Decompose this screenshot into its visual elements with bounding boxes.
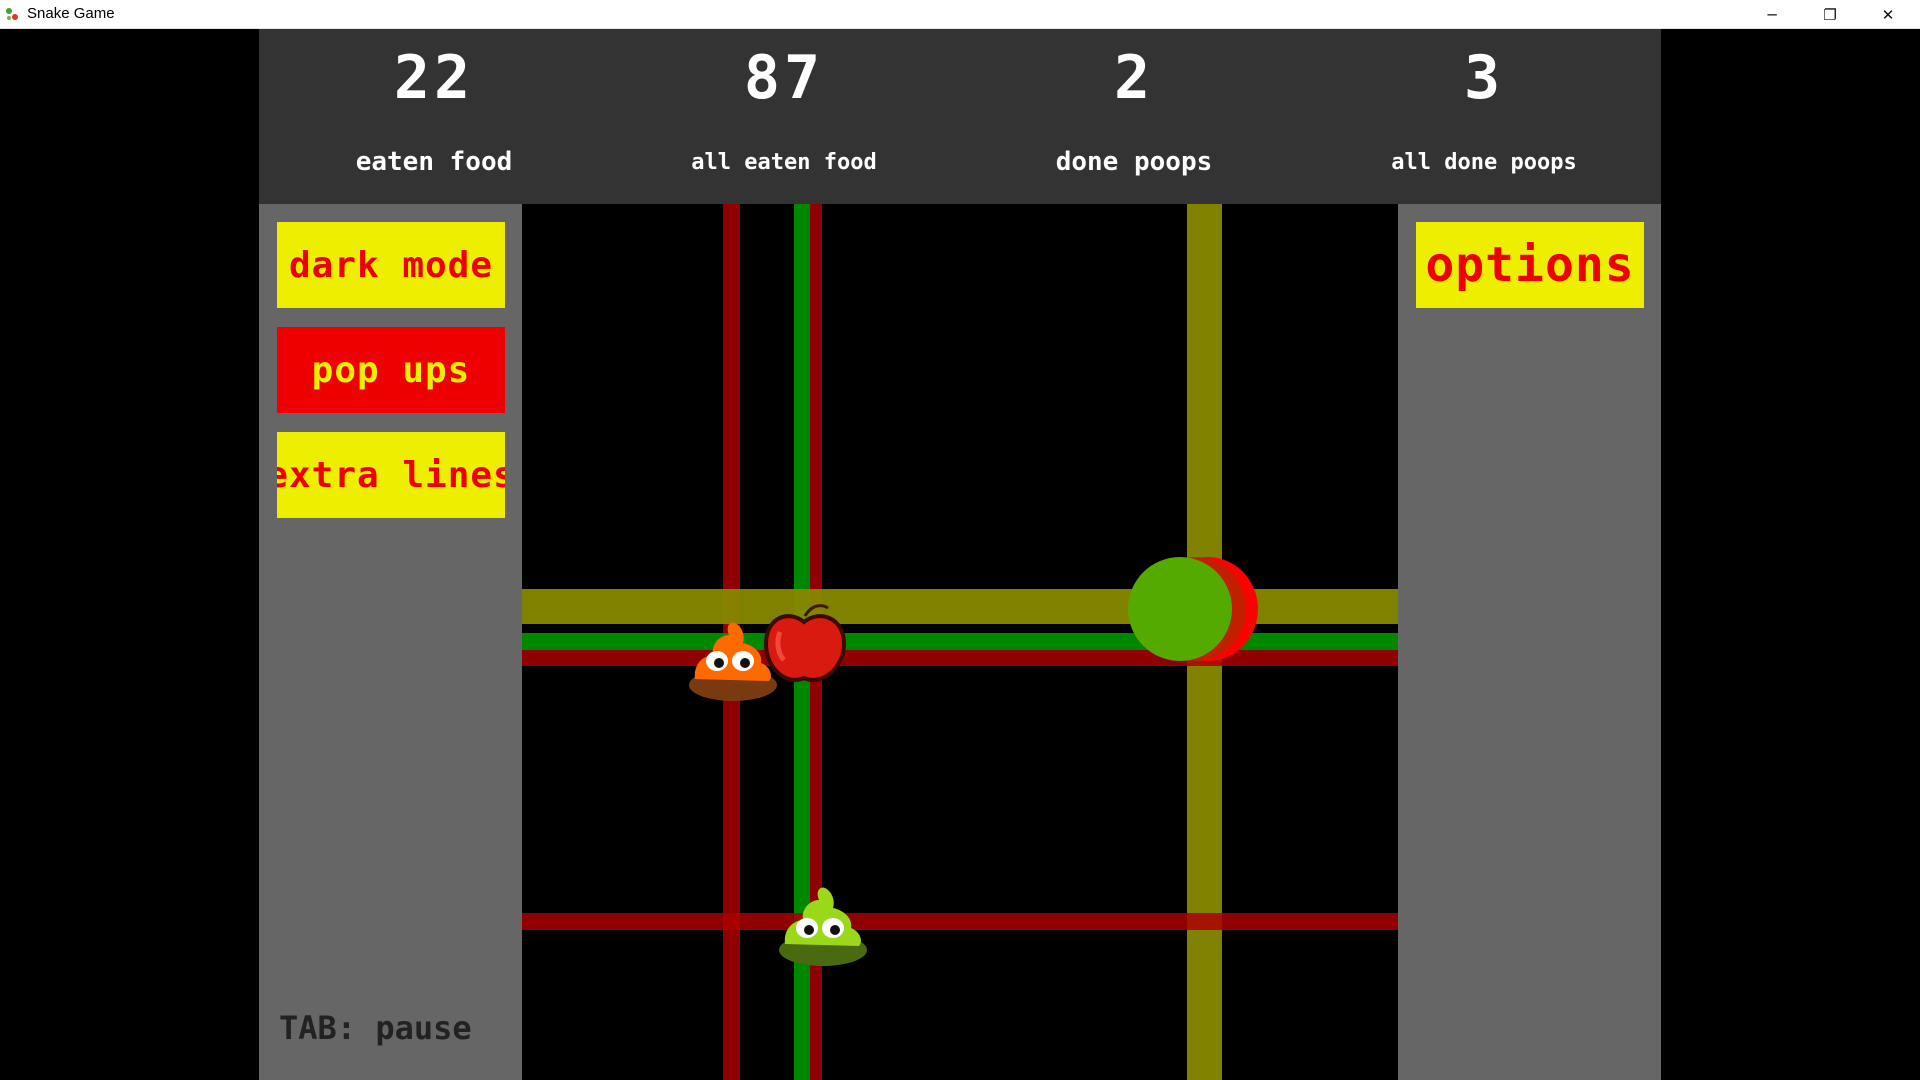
window-title: Snake Game <box>27 5 115 22</box>
stat-all-eaten-food: 87 all eaten food <box>609 29 959 204</box>
stat-value: 3 <box>1463 43 1505 113</box>
pop-ups-button[interactable]: pop ups <box>277 327 505 413</box>
stat-label: all done poops <box>1391 150 1577 175</box>
stat-label: done poops <box>1055 147 1213 177</box>
window-title-bar[interactable]: Snake Game ─ ❐ ✕ <box>0 0 1920 29</box>
stat-done-poops: 2 done poops <box>959 29 1309 204</box>
stat-value: 22 <box>393 43 475 113</box>
stats-header: 22 eaten food 87 all eaten food 2 done p… <box>259 29 1661 204</box>
stat-value: 2 <box>1113 43 1155 113</box>
stat-eaten-food: 22 eaten food <box>259 29 609 204</box>
left-panel: dark mode pop ups extra lines TAB: pause <box>259 204 522 1080</box>
maximize-button[interactable]: ❐ <box>1801 0 1859 29</box>
stat-all-done-poops: 3 all done poops <box>1309 29 1659 204</box>
pause-hint: TAB: pause <box>279 1009 472 1047</box>
dark-mode-button[interactable]: dark mode <box>277 222 505 308</box>
options-button[interactable]: options <box>1416 222 1644 308</box>
stat-label: all eaten food <box>691 150 877 175</box>
game-area[interactable]: 22 eaten food 87 all eaten food 2 done p… <box>259 29 1661 1080</box>
orange-poop-icon <box>689 622 777 701</box>
stat-value: 87 <box>743 43 825 113</box>
close-button[interactable]: ✕ <box>1859 0 1917 29</box>
extra-lines-button[interactable]: extra lines <box>277 432 505 518</box>
playfield[interactable] <box>522 204 1398 1080</box>
green-poop-icon <box>779 887 867 966</box>
snake-game-app-icon <box>6 8 18 20</box>
horizontal-red-line <box>522 913 1398 930</box>
snake-head <box>1128 557 1258 661</box>
stat-label: eaten food <box>355 147 513 177</box>
right-panel: options <box>1398 204 1661 1080</box>
minimize-button[interactable]: ─ <box>1743 0 1801 29</box>
